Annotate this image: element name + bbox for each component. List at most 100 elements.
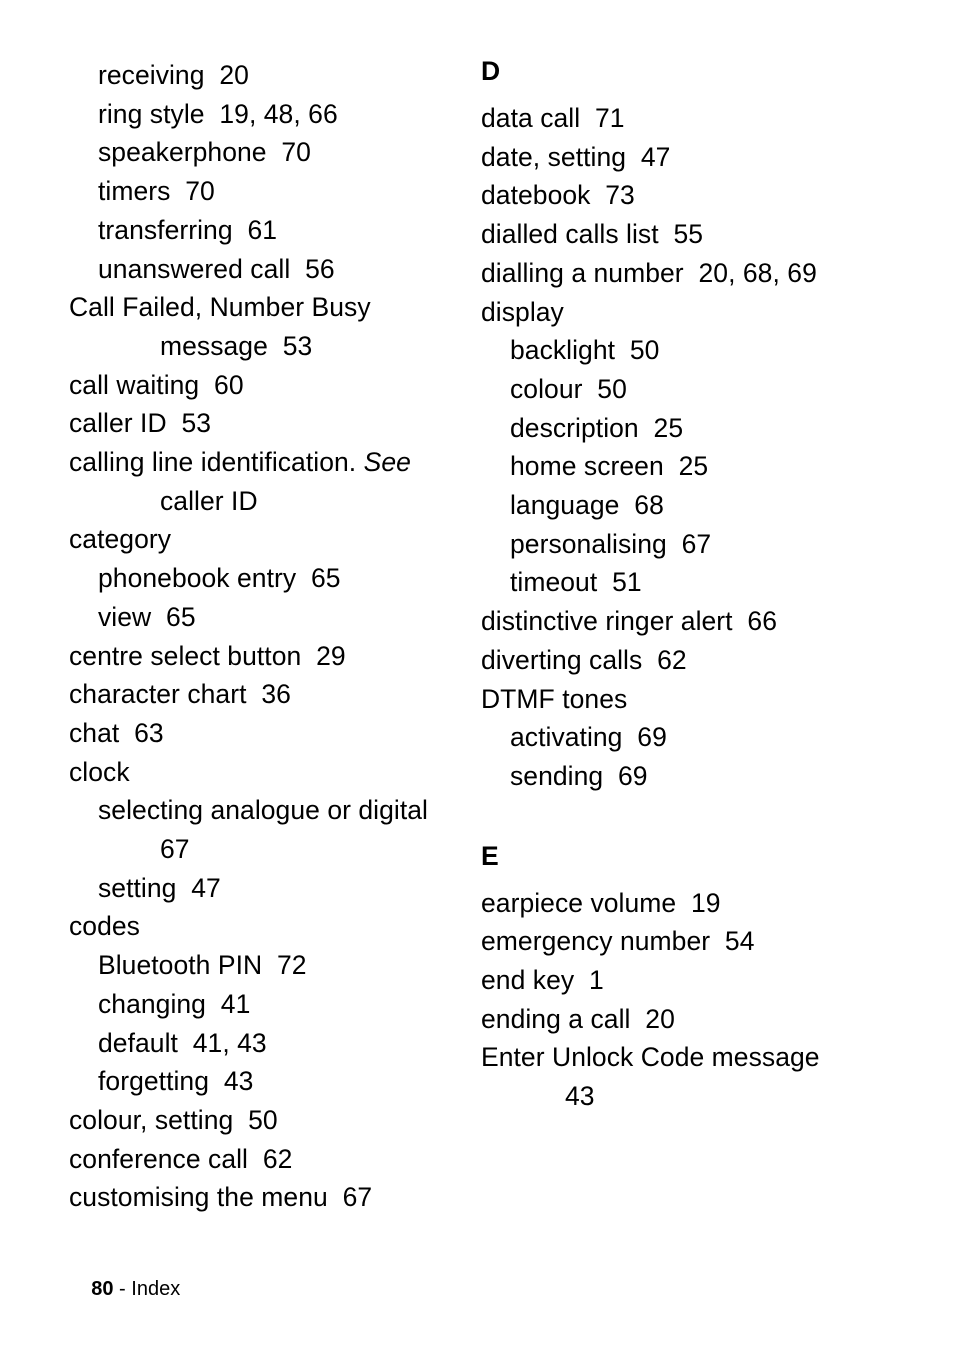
index-entry-text: display bbox=[481, 296, 564, 327]
index-entry-text: forgetting 43 bbox=[98, 1066, 254, 1097]
index-entry-text: end key 1 bbox=[481, 965, 604, 996]
index-entry: backlight 50 bbox=[481, 331, 881, 370]
index-entry-text: emergency number 54 bbox=[481, 926, 755, 957]
index-entry-text: colour, setting 50 bbox=[69, 1104, 278, 1135]
index-entry-text: phonebook entry 65 bbox=[98, 563, 341, 594]
index-entry: end key 1 bbox=[481, 961, 881, 1000]
index-entry: phonebook entry 65 bbox=[69, 559, 469, 598]
index-column-right: Ddata call 71 date, setting 47 datebook 73… bbox=[481, 56, 881, 1116]
index-entry-text: Enter Unlock Code message bbox=[481, 1042, 820, 1073]
index-entry-text: personalising 67 bbox=[510, 528, 712, 559]
index-entry-text: description 25 bbox=[510, 412, 684, 443]
page-footer: 80 - Index bbox=[69, 1253, 180, 1325]
page-number: 80 bbox=[91, 1278, 114, 1300]
index-entry-text: timeout 51 bbox=[510, 567, 642, 598]
index-entry-text: calling line identification. bbox=[69, 447, 364, 478]
see-reference: See bbox=[363, 447, 411, 478]
index-entry-text: ring style 19, 48, 66 bbox=[98, 98, 338, 129]
index-entry: ending a call 20 bbox=[481, 1000, 881, 1039]
index-entry: description 25 bbox=[481, 409, 881, 448]
index-entry: 67 bbox=[69, 830, 469, 869]
index-entry: diverting calls 62 bbox=[481, 641, 881, 680]
index-entry: call waiting 60 bbox=[69, 366, 469, 405]
index-entry-text: centre select button 29 bbox=[69, 640, 346, 671]
index-entry: colour, setting 50 bbox=[69, 1101, 469, 1140]
index-entry: timeout 51 bbox=[481, 563, 881, 602]
index-entry: caller ID bbox=[69, 482, 469, 521]
index-entry: default 41, 43 bbox=[69, 1024, 469, 1063]
index-entry-text: Call Failed, Number Busy bbox=[69, 292, 371, 323]
index-entry: ring style 19, 48, 66 bbox=[69, 95, 469, 134]
index-entry-text: message 53 bbox=[160, 330, 313, 361]
index-entry: changing 41 bbox=[69, 985, 469, 1024]
index-entry-text: category bbox=[69, 524, 172, 555]
index-entry-text: character chart 36 bbox=[69, 679, 291, 710]
index-entry-text: view 65 bbox=[98, 601, 196, 632]
index-entry-text: receiving 20 bbox=[98, 60, 249, 90]
index-entry-text: changing 41 bbox=[98, 988, 251, 1019]
index-entry-text: clock bbox=[69, 756, 130, 787]
index-entry: Call Failed, Number Busy bbox=[69, 288, 469, 327]
index-entry: dialled calls list 55 bbox=[481, 215, 881, 254]
index-entry-text: dialling a number 20, 68, 69 bbox=[481, 257, 817, 288]
index-entry: customising the menu 67 bbox=[69, 1178, 469, 1217]
index-entry-text: codes bbox=[69, 911, 140, 942]
index-entry: 43 bbox=[481, 1077, 881, 1116]
index-entry: home screen 25 bbox=[481, 447, 881, 486]
index-entry: sending 69 bbox=[481, 757, 881, 796]
index-entry: receiving 20 bbox=[69, 56, 469, 95]
index-entry: date, setting 47 bbox=[481, 138, 881, 177]
index-entry: unanswered call 56 bbox=[69, 250, 469, 289]
index-column-left: receiving 20 ring style 19, 48, 66 speaker… bbox=[69, 56, 469, 1217]
index-entry: Bluetooth PIN 72 bbox=[69, 946, 469, 985]
index-entry-text: 67 bbox=[160, 834, 190, 865]
index-entry-text: ending a call 20 bbox=[481, 1003, 675, 1034]
index-entry: centre select button 29 bbox=[69, 637, 469, 676]
index-entry-text: caller ID 53 bbox=[69, 408, 212, 439]
index-entry-text: dialled calls list 55 bbox=[481, 219, 704, 250]
index-entry-text: timers 70 bbox=[98, 176, 215, 207]
index-entry: setting 47 bbox=[69, 869, 469, 908]
footer-separator: - bbox=[113, 1278, 132, 1300]
index-entry: chat 63 bbox=[69, 714, 469, 753]
index-entry-text: activating 69 bbox=[510, 722, 667, 753]
index-entry-text: language 68 bbox=[510, 490, 664, 521]
index-entry: earpiece volume 19 bbox=[481, 884, 881, 923]
index-entry: data call 71 bbox=[481, 99, 881, 138]
index-entry: timers 70 bbox=[69, 172, 469, 211]
index-entry-text: backlight 50 bbox=[510, 335, 660, 366]
index-entry-text: caller ID bbox=[160, 485, 258, 516]
index-entry: selecting analogue or digital bbox=[69, 791, 469, 830]
index-entry: datebook 73 bbox=[481, 176, 881, 215]
index-entry-text: speakerphone 70 bbox=[98, 137, 311, 168]
index-entry: clock bbox=[69, 753, 469, 792]
index-entry-text: selecting analogue or digital bbox=[98, 795, 428, 826]
index-entry-text: earpiece volume 19 bbox=[481, 887, 721, 918]
index-entry: character chart 36 bbox=[69, 675, 469, 714]
index-entry: colour 50 bbox=[481, 370, 881, 409]
index-entry: Enter Unlock Code message bbox=[481, 1038, 881, 1077]
index-entry: transferring 61 bbox=[69, 211, 469, 250]
index-entry: activating 69 bbox=[481, 718, 881, 757]
index-entry: conference call 62 bbox=[69, 1140, 469, 1179]
index-entry-text: transferring 61 bbox=[98, 214, 278, 245]
index-entry-text: call waiting 60 bbox=[69, 369, 244, 400]
index-entry-text: diverting calls 62 bbox=[481, 644, 687, 675]
footer-label: Index bbox=[131, 1278, 181, 1300]
index-entry: calling line identification. See bbox=[69, 443, 469, 482]
index-entry: language 68 bbox=[481, 486, 881, 525]
index-entry-text: datebook 73 bbox=[481, 180, 635, 211]
index-entry-text: date, setting 47 bbox=[481, 141, 671, 172]
index-entry: caller ID 53 bbox=[69, 404, 469, 443]
index-entry-text: chat 63 bbox=[69, 717, 164, 748]
index-entry: message 53 bbox=[69, 327, 469, 366]
index-entry: display bbox=[481, 293, 881, 332]
index-entry: codes bbox=[69, 907, 469, 946]
index-entry: DTMF tones bbox=[481, 680, 881, 719]
index-entry: emergency number 54 bbox=[481, 922, 881, 961]
index-entry-text: data call 71 bbox=[481, 103, 625, 133]
index-entry: personalising 67 bbox=[481, 525, 881, 564]
index-entry-text: home screen 25 bbox=[510, 451, 709, 482]
index-entry-text: unanswered call 56 bbox=[98, 253, 335, 284]
index-entry: view 65 bbox=[69, 598, 469, 637]
